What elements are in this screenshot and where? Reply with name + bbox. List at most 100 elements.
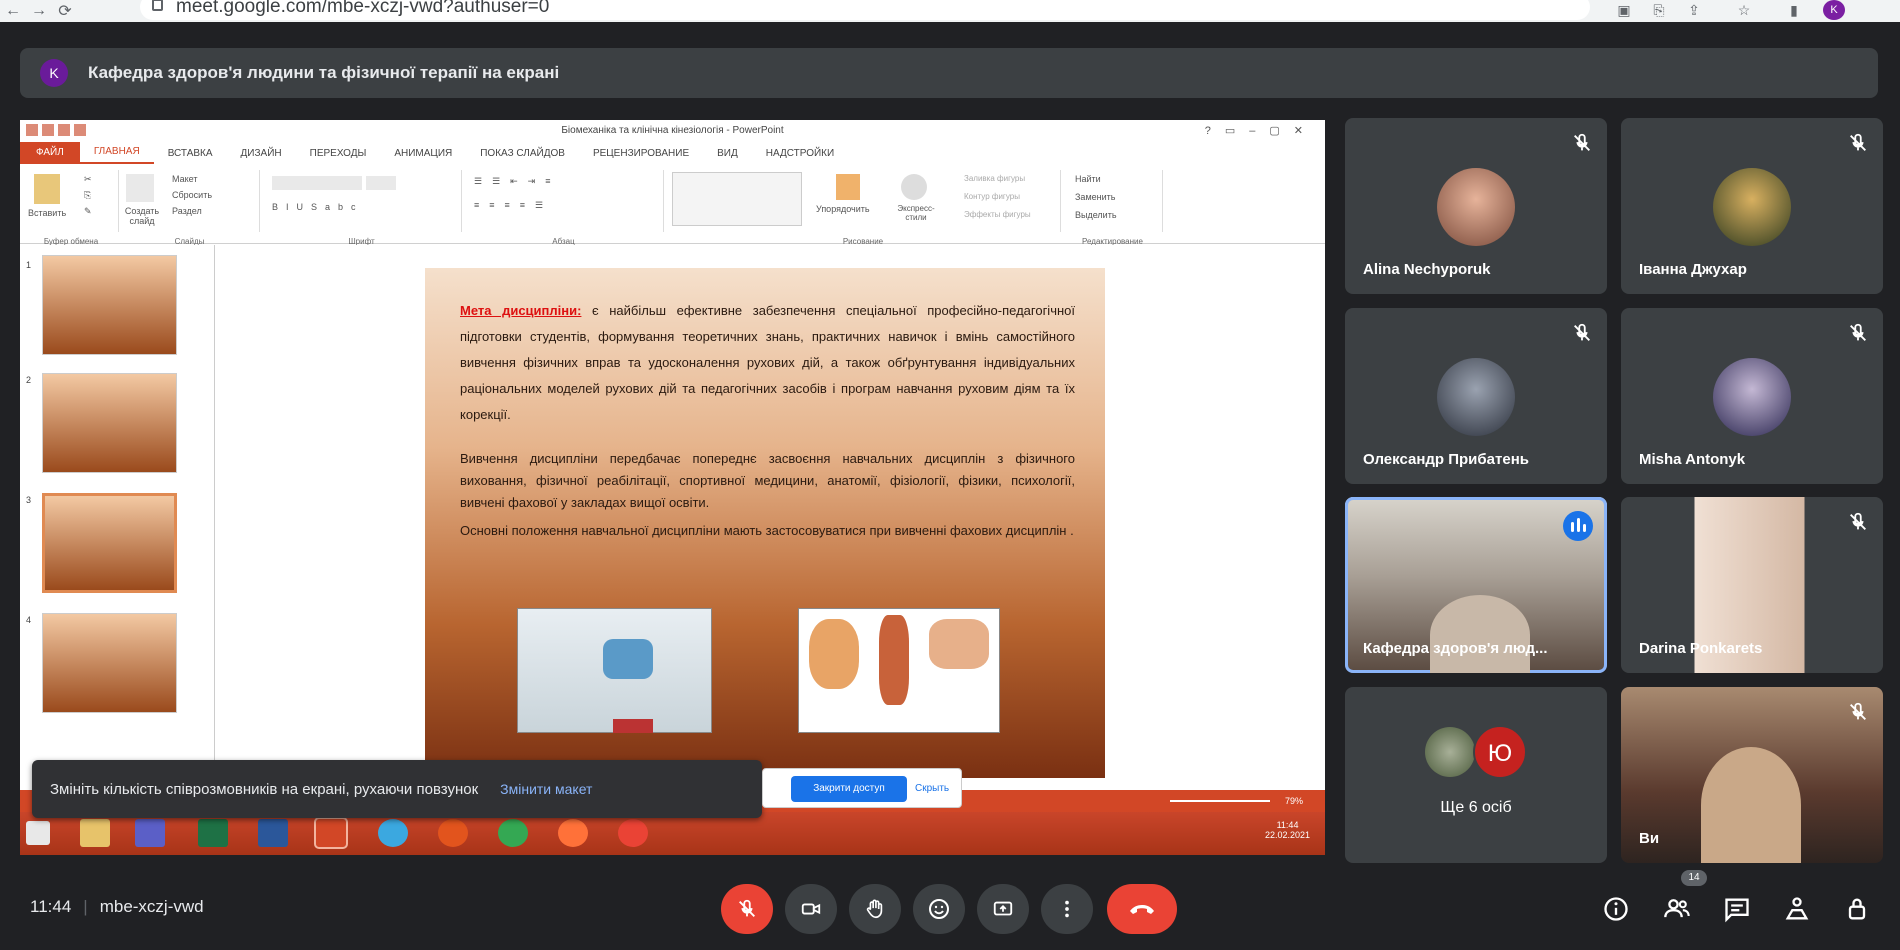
participant-tile[interactable]: Іванна Джухар bbox=[1621, 118, 1883, 294]
stop-sharing-button[interactable]: Закрити доступ bbox=[791, 776, 907, 802]
slide-thumbnail bbox=[42, 613, 177, 713]
leg-anatomy bbox=[879, 615, 909, 705]
chat-icon[interactable] bbox=[1723, 895, 1751, 923]
select-label: Выделить bbox=[1075, 210, 1117, 220]
leave-call-button[interactable] bbox=[1107, 884, 1177, 934]
browser-toolbar: ← → ⟳ meet.google.com/mbe-xczj-vwd?authu… bbox=[0, 0, 1900, 22]
participant-tile[interactable]: Alina Nechyporuk bbox=[1345, 118, 1607, 294]
slide-thumbnail-selected bbox=[42, 493, 177, 593]
shape-effects-label: Эффекты фигуры bbox=[964, 210, 1031, 219]
slide-paragraph-2: Вивчення дисципліни передбачає попереднє… bbox=[460, 451, 1075, 510]
tab-animation: АНИМАЦИЯ bbox=[394, 147, 453, 159]
paste-label: Вставить bbox=[28, 208, 67, 218]
speaking-indicator-icon bbox=[1563, 511, 1593, 541]
participant-tile[interactable]: Misha Antonyk bbox=[1621, 308, 1883, 484]
lock-icon bbox=[152, 0, 163, 11]
mic-toggle-button[interactable] bbox=[721, 884, 773, 934]
powerpoint-taskbar-icon bbox=[314, 817, 348, 849]
zoom-slider bbox=[1170, 800, 1270, 802]
replace-label: Заменить bbox=[1075, 192, 1116, 202]
self-label: Ви bbox=[1639, 830, 1660, 847]
tab-design: ДИЗАЙН bbox=[240, 147, 282, 159]
explorer-taskbar-icon bbox=[80, 819, 110, 847]
slide-paragraph-3: Основні положення навчальної дисципліни … bbox=[460, 523, 1074, 538]
mic-off-icon bbox=[1574, 323, 1590, 341]
people-icon[interactable] bbox=[1663, 895, 1691, 923]
slide-highlight: Мета дисципліни: bbox=[460, 303, 582, 318]
participant-tile[interactable]: Олександр Прибатень bbox=[1345, 308, 1607, 484]
participant-tile-active[interactable]: Кафедра здоров'я люд... bbox=[1345, 497, 1607, 673]
slide-thumbnails-pane: 1 2 3 4 bbox=[20, 245, 215, 790]
firefox-taskbar-icon bbox=[558, 819, 588, 847]
windows-taskbar: 11:44 22.02.2021 bbox=[20, 812, 1325, 855]
participant-name: Іванна Джухар bbox=[1639, 261, 1747, 278]
tab-addins: НАДСТРОЙКИ bbox=[765, 147, 835, 159]
express-styles-icon bbox=[901, 174, 927, 200]
more-participants-label: Ще 6 осіб bbox=[1440, 799, 1512, 816]
ribbon-group-paragraph: ☰☰⇤⇥≡ ≡≡≡≡☰ Абзац bbox=[464, 170, 664, 246]
figure-shape bbox=[603, 639, 653, 679]
mic-off-icon bbox=[739, 899, 755, 917]
meeting-details-icon[interactable] bbox=[1602, 895, 1630, 923]
ribbon-group-font: BIUSabc Шрифт bbox=[262, 170, 462, 246]
tab-insert: ВСТАВКА bbox=[167, 147, 213, 159]
thumb-number: 1 bbox=[26, 260, 32, 270]
host-controls-icon[interactable] bbox=[1843, 895, 1871, 923]
camera-toggle-button[interactable] bbox=[785, 884, 837, 934]
participant-avatar bbox=[1425, 727, 1475, 777]
extensions-icon[interactable]: ▮ bbox=[1785, 2, 1803, 18]
raise-hand-button[interactable] bbox=[849, 884, 901, 934]
find-label: Найти bbox=[1075, 174, 1101, 184]
hide-button[interactable]: Скрыть bbox=[915, 776, 949, 802]
activities-icon[interactable] bbox=[1783, 895, 1811, 923]
ie-taskbar-icon bbox=[378, 819, 408, 847]
mic-off-icon bbox=[1574, 133, 1590, 151]
translate-icon[interactable]: ⎘ bbox=[1650, 2, 1668, 18]
teams-taskbar-icon bbox=[135, 819, 165, 847]
start-icon bbox=[26, 821, 50, 845]
profile-avatar[interactable]: K bbox=[1823, 0, 1845, 20]
participant-tile[interactable]: Darina Ponkarets bbox=[1621, 497, 1883, 673]
reload-icon[interactable]: ⟳ bbox=[52, 1, 78, 21]
copy-icon: ⎘ bbox=[84, 190, 92, 200]
more-participants-tile[interactable]: Ю Ще 6 осіб bbox=[1345, 687, 1607, 863]
ppt-ribbon: Вставить ✂ ⎘ ✎ Буфер обмена Создать слай… bbox=[20, 164, 1325, 246]
format-painter-icon: ✎ bbox=[84, 206, 92, 216]
ribbon-group-editing: Найти Заменить Выделить Редактирование bbox=[1063, 170, 1163, 246]
bookmark-star-icon[interactable]: ☆ bbox=[1735, 2, 1753, 18]
mic-off-icon bbox=[1850, 323, 1866, 341]
address-bar[interactable]: meet.google.com/mbe-xczj-vwd?authuser=0 bbox=[140, 0, 1590, 20]
paste-icon bbox=[34, 174, 60, 204]
balance-board bbox=[613, 719, 653, 733]
hand-icon bbox=[866, 899, 883, 919]
camera-blocked-icon[interactable]: ▣ bbox=[1615, 2, 1633, 18]
forward-icon[interactable]: → bbox=[26, 2, 52, 20]
participant-avatar bbox=[1437, 358, 1515, 436]
tab-review: РЕЦЕНЗИРОВАНИЕ bbox=[592, 147, 690, 159]
taskbar-clock: 11:44 22.02.2021 bbox=[1265, 820, 1310, 840]
taskbar-time: 11:44 bbox=[1276, 820, 1299, 830]
layout-hint-toast: Змініть кількість співрозмовників на екр… bbox=[32, 760, 762, 818]
change-layout-button[interactable]: Змінити макет bbox=[500, 781, 592, 797]
thumb-number: 3 bbox=[26, 495, 32, 505]
presenter-avatar: K bbox=[40, 59, 68, 87]
new-slide-icon bbox=[126, 174, 154, 202]
mic-off-icon bbox=[1850, 133, 1866, 151]
share-icon[interactable]: ⇪ bbox=[1685, 2, 1703, 18]
section-label: Раздел bbox=[172, 206, 202, 216]
present-screen-button[interactable] bbox=[977, 884, 1029, 934]
taskbar-date: 22.02.2021 bbox=[1265, 830, 1311, 840]
arrange-label: Упорядочить bbox=[816, 204, 870, 214]
people-count-badge: 14 bbox=[1681, 870, 1707, 886]
more-options-button[interactable] bbox=[1041, 884, 1093, 934]
reset-label: Сбросить bbox=[172, 190, 213, 200]
self-view-tile[interactable]: Ви bbox=[1621, 687, 1883, 863]
reactions-button[interactable] bbox=[913, 884, 965, 934]
excel-taskbar-icon bbox=[198, 819, 228, 847]
url-text: meet.google.com/mbe-xczj-vwd?authuser=0 bbox=[176, 0, 550, 17]
end-call-icon bbox=[1130, 905, 1154, 914]
presentation-banner-text: Кафедра здоров'я людини та фізичної тера… bbox=[88, 63, 560, 82]
back-icon[interactable]: ← bbox=[0, 2, 26, 20]
participant-name: Alina Nechyporuk bbox=[1363, 261, 1491, 278]
create-slide-label: Создать слайд bbox=[124, 206, 160, 226]
